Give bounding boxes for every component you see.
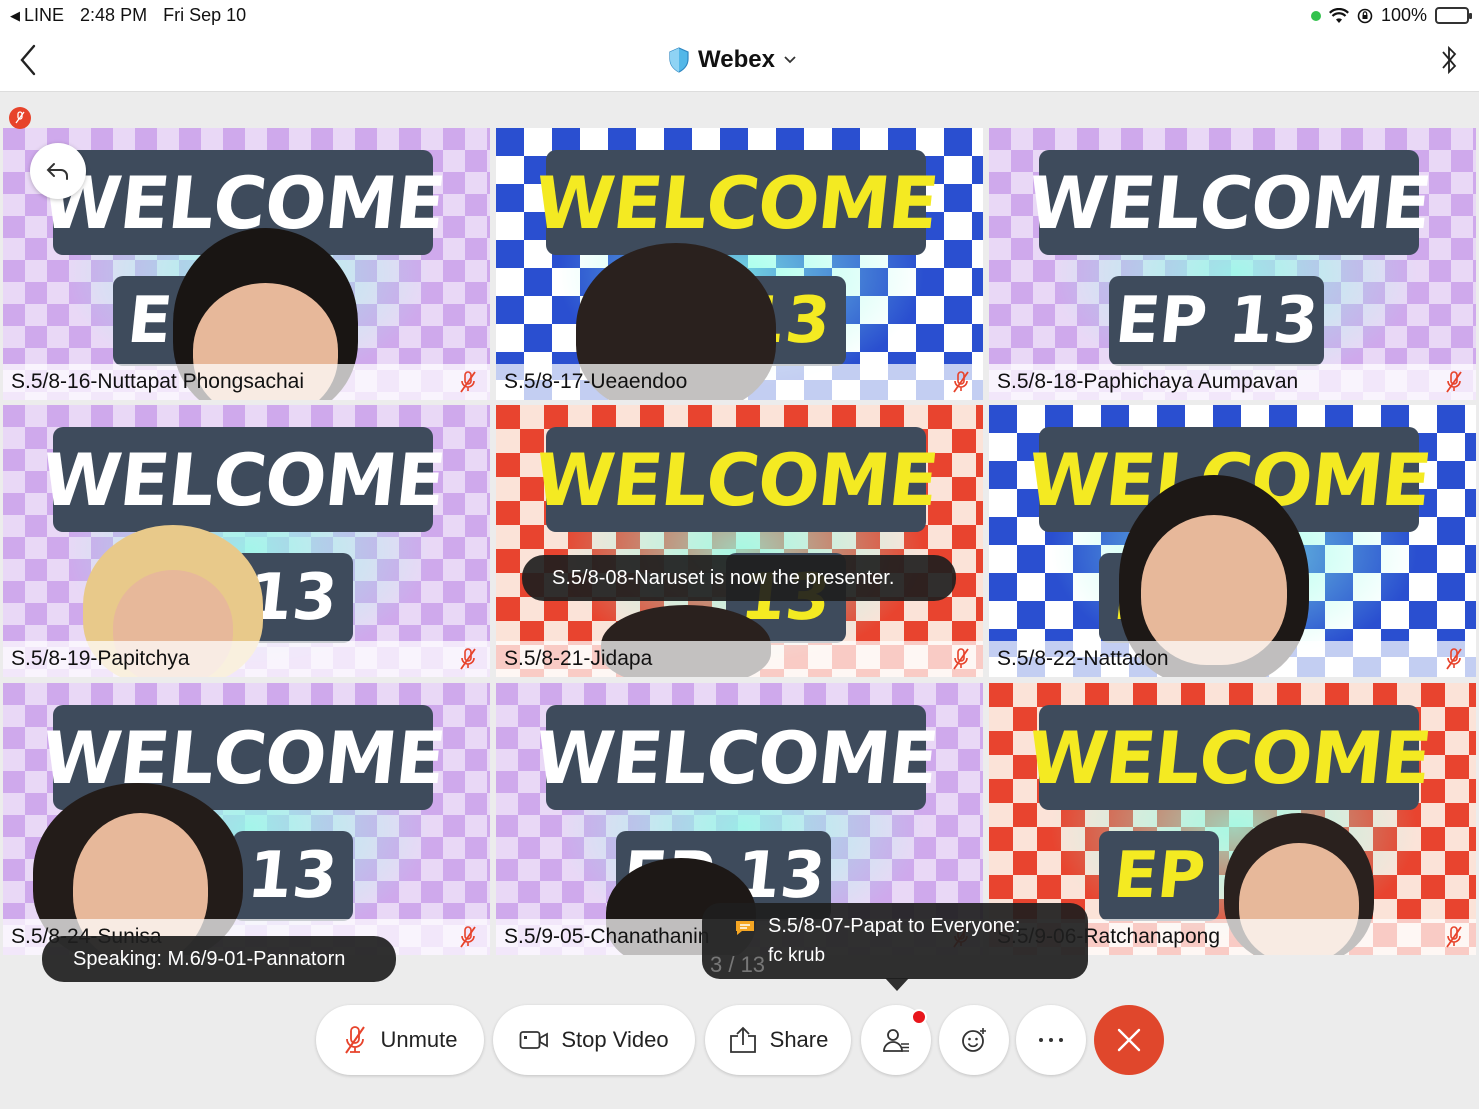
reactions-button[interactable] xyxy=(939,1005,1009,1075)
participant-name: S.5/8-22-Nattadon xyxy=(989,641,1476,677)
more-dots-icon xyxy=(1039,1038,1063,1042)
participant-name: S.5/8-19-Papitchya xyxy=(3,641,490,677)
mic-off-icon xyxy=(460,926,476,948)
welcome-banner: WELCOME xyxy=(1023,705,1435,810)
participant-name: S.5/8-18-Paphichaya Aumpavan xyxy=(989,364,1476,400)
recording-dot-icon xyxy=(1310,10,1321,21)
video-tile[interactable]: WELCOME EP 13 S.5/8-18-Paphichaya Aumpav… xyxy=(989,128,1476,400)
chevron-down-icon xyxy=(784,56,796,64)
meeting-controls: Unmute Stop Video Share xyxy=(0,1000,1479,1080)
chat-message: fc krub xyxy=(768,945,826,966)
page-indicator: 3 / 13 xyxy=(710,952,766,977)
unmute-label: Unmute xyxy=(380,1027,458,1052)
welcome-banner: WELCOME xyxy=(1023,150,1435,255)
share-button[interactable]: Share xyxy=(705,1005,851,1075)
mic-off-icon xyxy=(1446,926,1462,948)
shield-icon xyxy=(669,47,689,73)
video-tile[interactable]: WELCOME 13 S.5/8-21-Jidapa xyxy=(496,405,983,677)
chat-sender: S.5/8-07-Papat to Everyone: xyxy=(768,915,1021,937)
share-label: Share xyxy=(769,1027,829,1052)
chat-bubble-icon xyxy=(736,921,754,935)
mic-off-icon xyxy=(460,371,476,393)
mic-off-icon xyxy=(1446,371,1462,393)
mic-off-icon xyxy=(953,371,969,393)
meeting-title-dropdown[interactable]: Webex xyxy=(668,46,797,74)
orientation-lock-icon xyxy=(1357,8,1373,23)
welcome-banner: WELCOME xyxy=(530,150,942,255)
mic-off-icon xyxy=(460,648,476,670)
participant-name: S.5/8-16-Nuttapat Phongsachai xyxy=(3,364,490,400)
return-to-app[interactable]: ◀ LINE xyxy=(10,5,64,26)
close-icon xyxy=(1117,1028,1141,1052)
undock-back-button[interactable] xyxy=(30,143,86,199)
mic-off-icon xyxy=(1446,648,1462,670)
video-grid: WELCOME EP S.5/8-16-Nuttapat Phongsachai… xyxy=(0,128,1479,956)
participants-icon xyxy=(883,1029,909,1052)
battery-icon xyxy=(1435,7,1472,24)
video-tile[interactable]: WELCOME 13 S.5/8-17-Ueaendoo xyxy=(496,128,983,400)
battery-percent: 100% xyxy=(1380,5,1427,25)
bluetooth-icon[interactable] xyxy=(1437,42,1461,78)
stop-video-button[interactable]: Stop Video xyxy=(493,1005,695,1075)
welcome-banner: WELCOME xyxy=(530,427,942,532)
share-icon xyxy=(729,1026,756,1053)
back-chevron-icon[interactable] xyxy=(14,42,44,78)
video-tile[interactable]: WELCOME 13 S.5/8-24-Sunisa xyxy=(3,683,490,955)
stop-video-label: Stop Video xyxy=(561,1027,669,1052)
episode-banner: 13 xyxy=(233,831,353,921)
video-tile[interactable]: WELCOME 13 S.5/8-19-Papitchya xyxy=(3,405,490,677)
status-bar: ◀ LINE 2:48 PM Fri Sep 10 100% xyxy=(0,0,1479,30)
wifi-icon xyxy=(1328,7,1349,23)
mute-status-icon xyxy=(9,107,31,129)
participants-button[interactable] xyxy=(861,1005,931,1075)
nav-bar: Webex xyxy=(0,30,1479,92)
mic-off-icon xyxy=(345,1026,366,1054)
video-camera-icon xyxy=(519,1031,549,1049)
leave-meeting-button[interactable] xyxy=(1094,1005,1164,1075)
episode-banner: EP xyxy=(1099,831,1219,921)
arrow-back-icon xyxy=(46,163,68,180)
presenter-toast: S.5/8-08-Naruset is now the presenter. xyxy=(522,555,956,601)
speaking-indicator: Speaking: M.6/9-01-Pannatorn xyxy=(42,936,396,982)
smiley-icon xyxy=(962,1028,986,1052)
back-triangle-icon: ◀ xyxy=(10,7,20,23)
status-date: Fri Sep 10 xyxy=(163,5,247,25)
welcome-banner: WELCOME xyxy=(37,427,449,532)
notification-badge xyxy=(911,1009,927,1025)
video-tile[interactable]: WELCOME EP S.5/8-22-Nattadon xyxy=(989,405,1476,677)
participant-name: S.5/8-21-Jidapa xyxy=(496,641,983,677)
welcome-banner: WELCOME xyxy=(530,705,942,810)
mic-off-icon xyxy=(953,648,969,670)
more-options-button[interactable] xyxy=(1016,1005,1086,1075)
unmute-button[interactable]: Unmute xyxy=(316,1005,484,1075)
page-title: Webex xyxy=(698,46,775,73)
status-time: 2:48 PM xyxy=(80,5,148,25)
participant-name: S.5/8-17-Ueaendoo xyxy=(496,364,983,400)
episode-banner: EP 13 xyxy=(1109,276,1324,366)
